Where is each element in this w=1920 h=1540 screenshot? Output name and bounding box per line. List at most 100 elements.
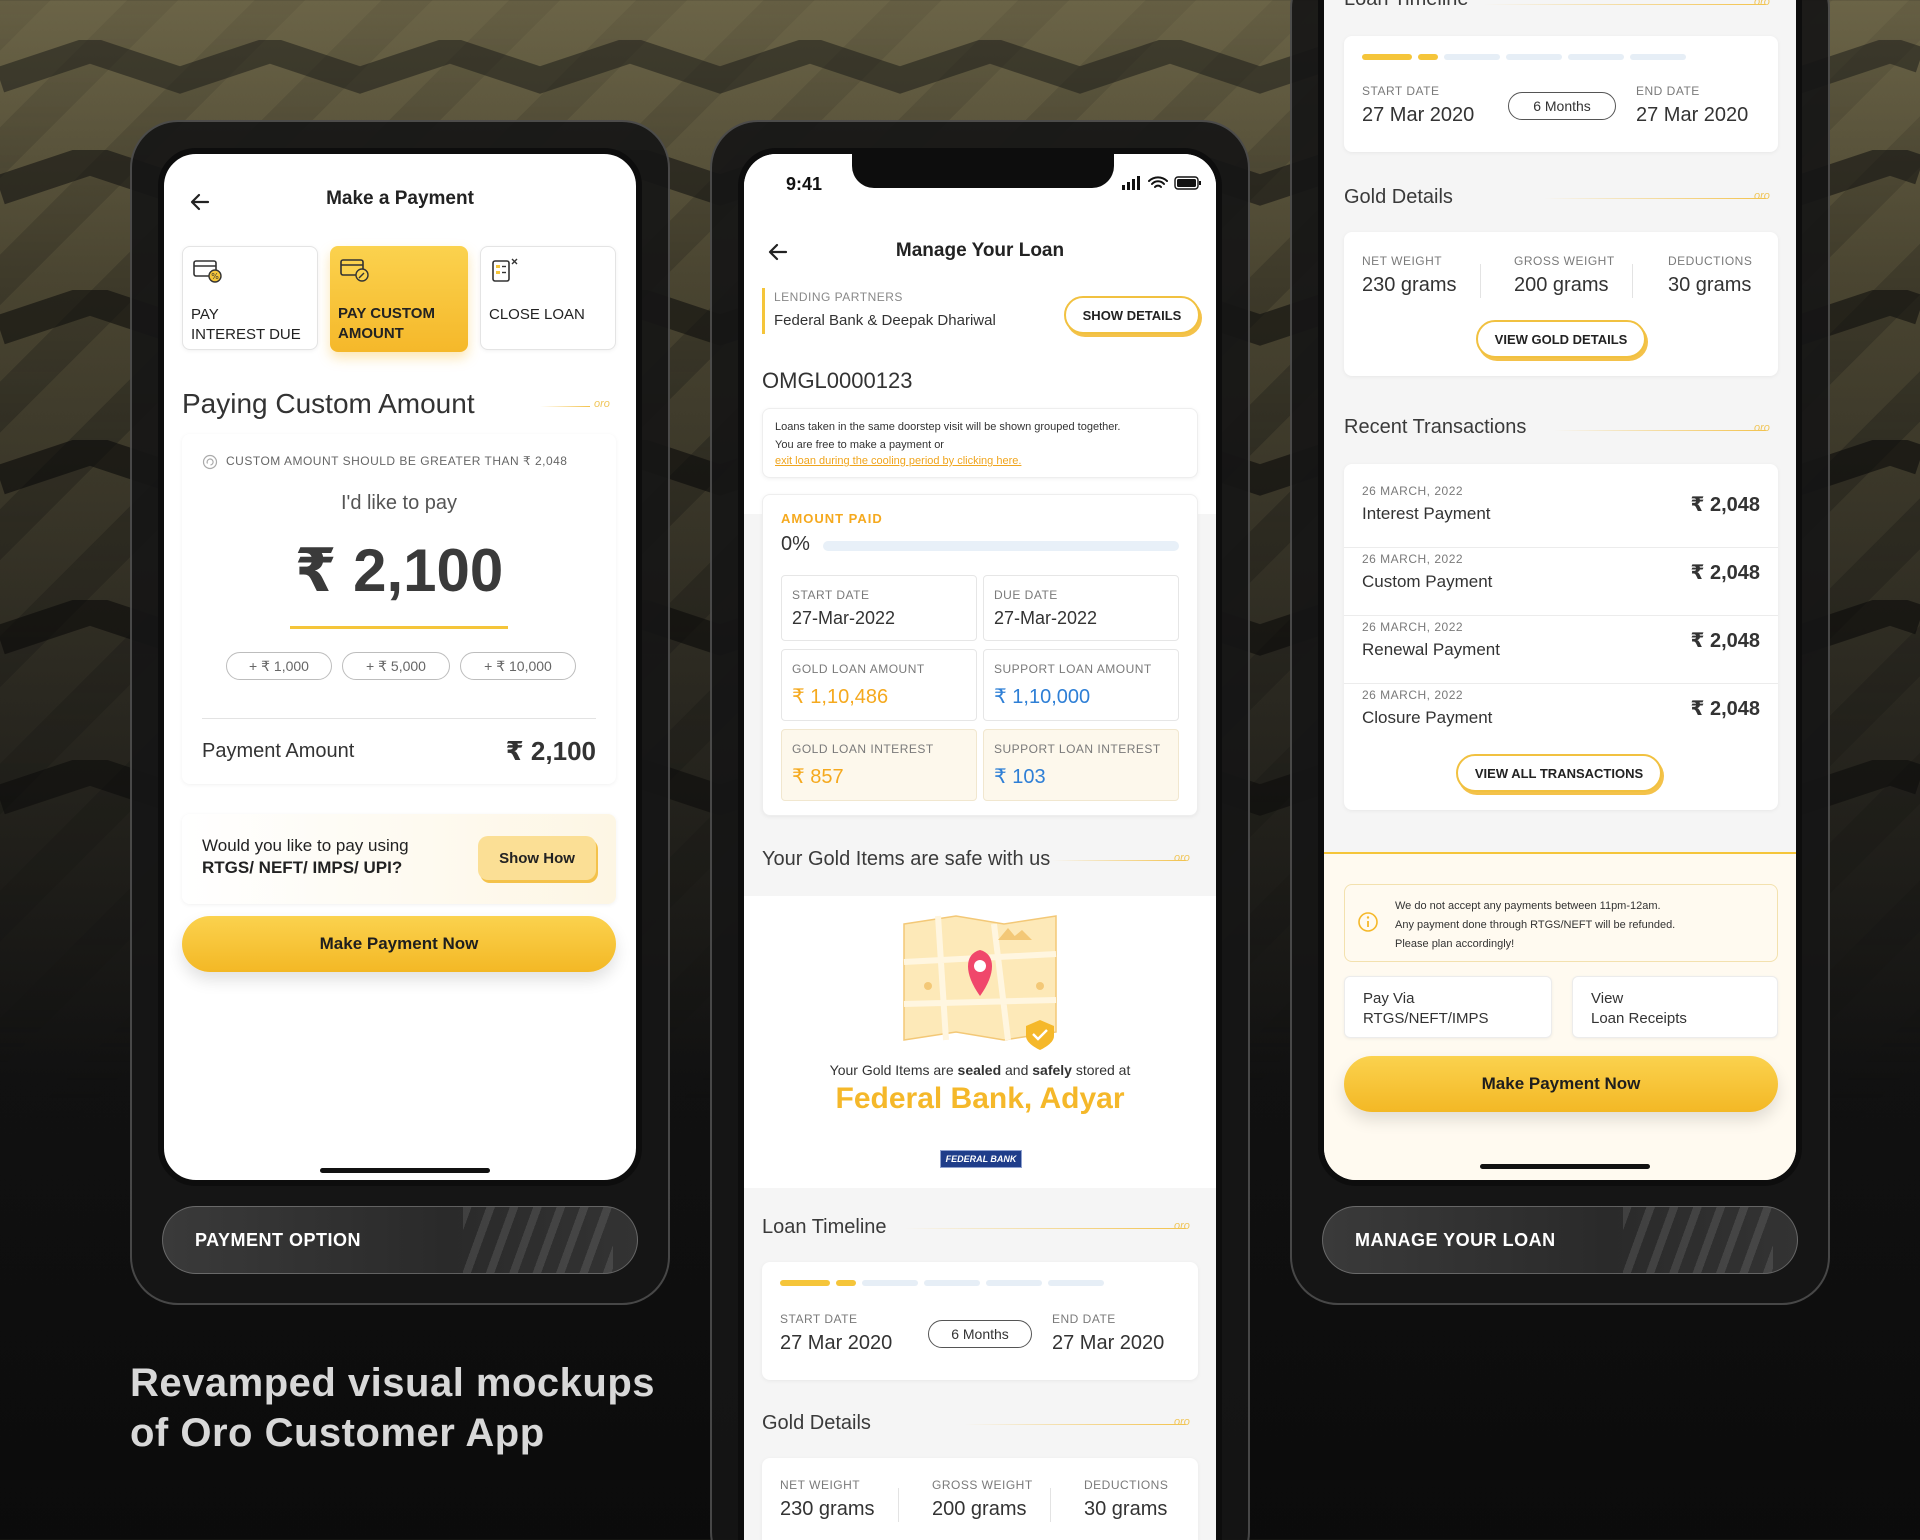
transaction-date: 26 MARCH, 2022: [1362, 484, 1464, 498]
amount-paid-label: AMOUNT PAID: [781, 511, 883, 526]
payment-amount-label: Payment Amount: [202, 740, 355, 762]
due-date-value: 27-Mar-2022: [994, 608, 1098, 628]
pay-interest-due-option[interactable]: % PAY INTEREST DUE: [182, 246, 318, 350]
support-loan-interest-value: ₹ 103: [994, 766, 1046, 788]
decorative-stripes: [463, 1207, 613, 1273]
transaction-row[interactable]: 26 MARCH, 2022 Custom Payment ₹ 2,048: [1344, 550, 1778, 616]
make-payment-now-button[interactable]: Make Payment Now: [1344, 1056, 1778, 1112]
svg-text:%: %: [211, 272, 219, 281]
view-loan-receipts-button[interactable]: View Loan Receipts: [1572, 976, 1778, 1038]
oro-mark: oro: [594, 398, 610, 410]
timeline-segment: [780, 1280, 830, 1286]
show-details-button[interactable]: SHOW DETAILS: [1064, 296, 1200, 334]
info-circle-icon: [202, 454, 218, 470]
payment-option-label-text: PAYMENT OPTION: [195, 1229, 362, 1250]
close-loan-option[interactable]: CLOSE LOAN: [480, 246, 616, 350]
oro-mark: oro: [1174, 1220, 1190, 1232]
transaction-row[interactable]: 26 MARCH, 2022 Closure Payment ₹ 2,048: [1344, 686, 1778, 752]
section-title: Paying Custom Amount: [182, 388, 475, 419]
option-label-line1: CLOSE LOAN: [489, 306, 585, 323]
minimum-amount-notice: CUSTOM AMOUNT SHOULD BE GREATER THAN ₹ 2…: [226, 454, 568, 468]
section-divider: [904, 1228, 1186, 1229]
divider: [1480, 264, 1481, 298]
deductions-label: DEDUCTIONS: [1084, 1478, 1169, 1492]
timeline-start-label: START DATE: [780, 1312, 858, 1326]
tagline-line2: of Oro Customer App: [130, 1411, 545, 1455]
show-how-button[interactable]: Show How: [478, 836, 596, 880]
signal-icon: [1122, 176, 1140, 190]
oro-mark: oro: [1174, 1416, 1190, 1428]
timeline-end-label: END DATE: [1636, 84, 1700, 98]
amount-paid-percent: 0%: [781, 533, 810, 555]
gold-storage-card: Your Gold Items are sealed and safely st…: [744, 896, 1216, 1188]
divider: [202, 718, 596, 719]
home-indicator: [1480, 1164, 1650, 1169]
support-loan-amount-cell: SUPPORT LOAN AMOUNT ₹ 1,10,000: [983, 649, 1179, 721]
net-weight-label: NET WEIGHT: [1362, 254, 1443, 268]
transaction-type: Renewal Payment: [1362, 640, 1500, 659]
gold-details-title: Gold Details: [1344, 186, 1453, 208]
gold-loan-interest-label: GOLD LOAN INTEREST: [792, 742, 934, 756]
deductions-value: 30 grams: [1084, 1498, 1168, 1520]
timeline-segment: [1506, 54, 1562, 60]
partner-accent-bar: [762, 288, 765, 334]
deductions-value: 30 grams: [1668, 274, 1752, 296]
transaction-date: 26 MARCH, 2022: [1362, 688, 1464, 702]
timeline-start-label: START DATE: [1362, 84, 1440, 98]
payment-option-label: PAYMENT OPTION: [162, 1206, 638, 1274]
gold-loan-interest-cell: GOLD LOAN INTEREST ₹ 857: [781, 729, 977, 801]
start-date-label: START DATE: [792, 588, 870, 602]
transaction-amount: ₹ 2,048: [1690, 630, 1760, 652]
section-divider: [1484, 4, 1766, 5]
timeline-end-value: 27 Mar 2020: [1052, 1332, 1165, 1354]
loan-timeline-title: Loan Timeline: [1344, 0, 1469, 11]
pay-custom-amount-option[interactable]: PAY CUSTOM AMOUNT: [330, 246, 468, 352]
storage-text: Your Gold Items are sealed and safely st…: [744, 1062, 1216, 1078]
tagline: Revamped visual mockups of Oro Customer …: [130, 1358, 655, 1458]
gold-loan-amount-value: ₹ 1,10,486: [792, 686, 889, 708]
gold-safe-title: Your Gold Items are safe with us: [762, 848, 1051, 870]
add-10000-chip[interactable]: + ₹ 10,000: [460, 652, 576, 680]
timeline-end-value: 27 Mar 2020: [1636, 104, 1749, 126]
pay-via-line2: RTGS/NEFT/IMPS: [1363, 1010, 1489, 1027]
timeline-segment: [836, 1280, 856, 1286]
bottom-action-sheet: We do not accept any payments between 11…: [1324, 852, 1796, 1180]
add-1000-chip[interactable]: + ₹ 1,000: [226, 652, 332, 680]
transaction-row[interactable]: 26 MARCH, 2022 Renewal Payment ₹ 2,048: [1344, 618, 1778, 684]
net-weight-label: NET WEIGHT: [780, 1478, 861, 1492]
custom-amount-card: CUSTOM AMOUNT SHOULD BE GREATER THAN ₹ 2…: [182, 434, 616, 784]
start-date-value: 27-Mar-2022: [792, 608, 896, 628]
tagline-line1: Revamped visual mockups: [130, 1361, 656, 1405]
custom-amount-input[interactable]: ₹ 2,100: [182, 536, 616, 606]
timeline-start-value: 27 Mar 2020: [1362, 104, 1475, 126]
storage-text-bold: safely: [1032, 1062, 1072, 1078]
support-loan-interest-label: SUPPORT LOAN INTEREST: [994, 742, 1161, 756]
timeline-segment: [924, 1280, 980, 1286]
timeline-segment: [1630, 54, 1686, 60]
make-payment-now-button[interactable]: Make Payment Now: [182, 916, 616, 972]
divider: [1050, 1488, 1051, 1522]
view-gold-details-button[interactable]: VIEW GOLD DETAILS: [1476, 320, 1646, 358]
transaction-row[interactable]: 26 MARCH, 2022 Interest Payment ₹ 2,048: [1344, 482, 1778, 548]
section-divider: [540, 406, 590, 407]
due-date-cell: DUE DATE 27-Mar-2022: [983, 575, 1179, 641]
pay-via-rtgs-button[interactable]: Pay Via RTGS/NEFT/IMPS: [1344, 976, 1552, 1038]
timeline-segment: [1568, 54, 1624, 60]
notch: [852, 154, 1114, 188]
rtgs-question-line1: Would you like to pay using: [202, 836, 409, 855]
gold-loan-amount-cell: GOLD LOAN AMOUNT ₹ 1,10,486: [781, 649, 977, 721]
cooling-period-link[interactable]: exit loan during the cooling period by c…: [775, 455, 1021, 467]
page-title: Make a Payment: [326, 188, 474, 209]
deductions-label: DEDUCTIONS: [1668, 254, 1753, 268]
oro-mark: oro: [1754, 190, 1770, 202]
transaction-amount: ₹ 2,048: [1690, 562, 1760, 584]
section-divider: [1554, 430, 1766, 431]
add-5000-chip[interactable]: + ₹ 5,000: [342, 652, 450, 680]
loan-timeline-card: START DATE 27 Mar 2020 6 Months END DATE…: [1344, 36, 1778, 152]
timeline-segment: [1444, 54, 1500, 60]
wifi-icon: [1148, 176, 1168, 188]
timeline-segment: [986, 1280, 1042, 1286]
view-all-transactions-button[interactable]: VIEW ALL TRANSACTIONS: [1456, 754, 1662, 792]
info-icon: [1358, 912, 1378, 932]
timeline-segment: [1048, 1280, 1104, 1286]
